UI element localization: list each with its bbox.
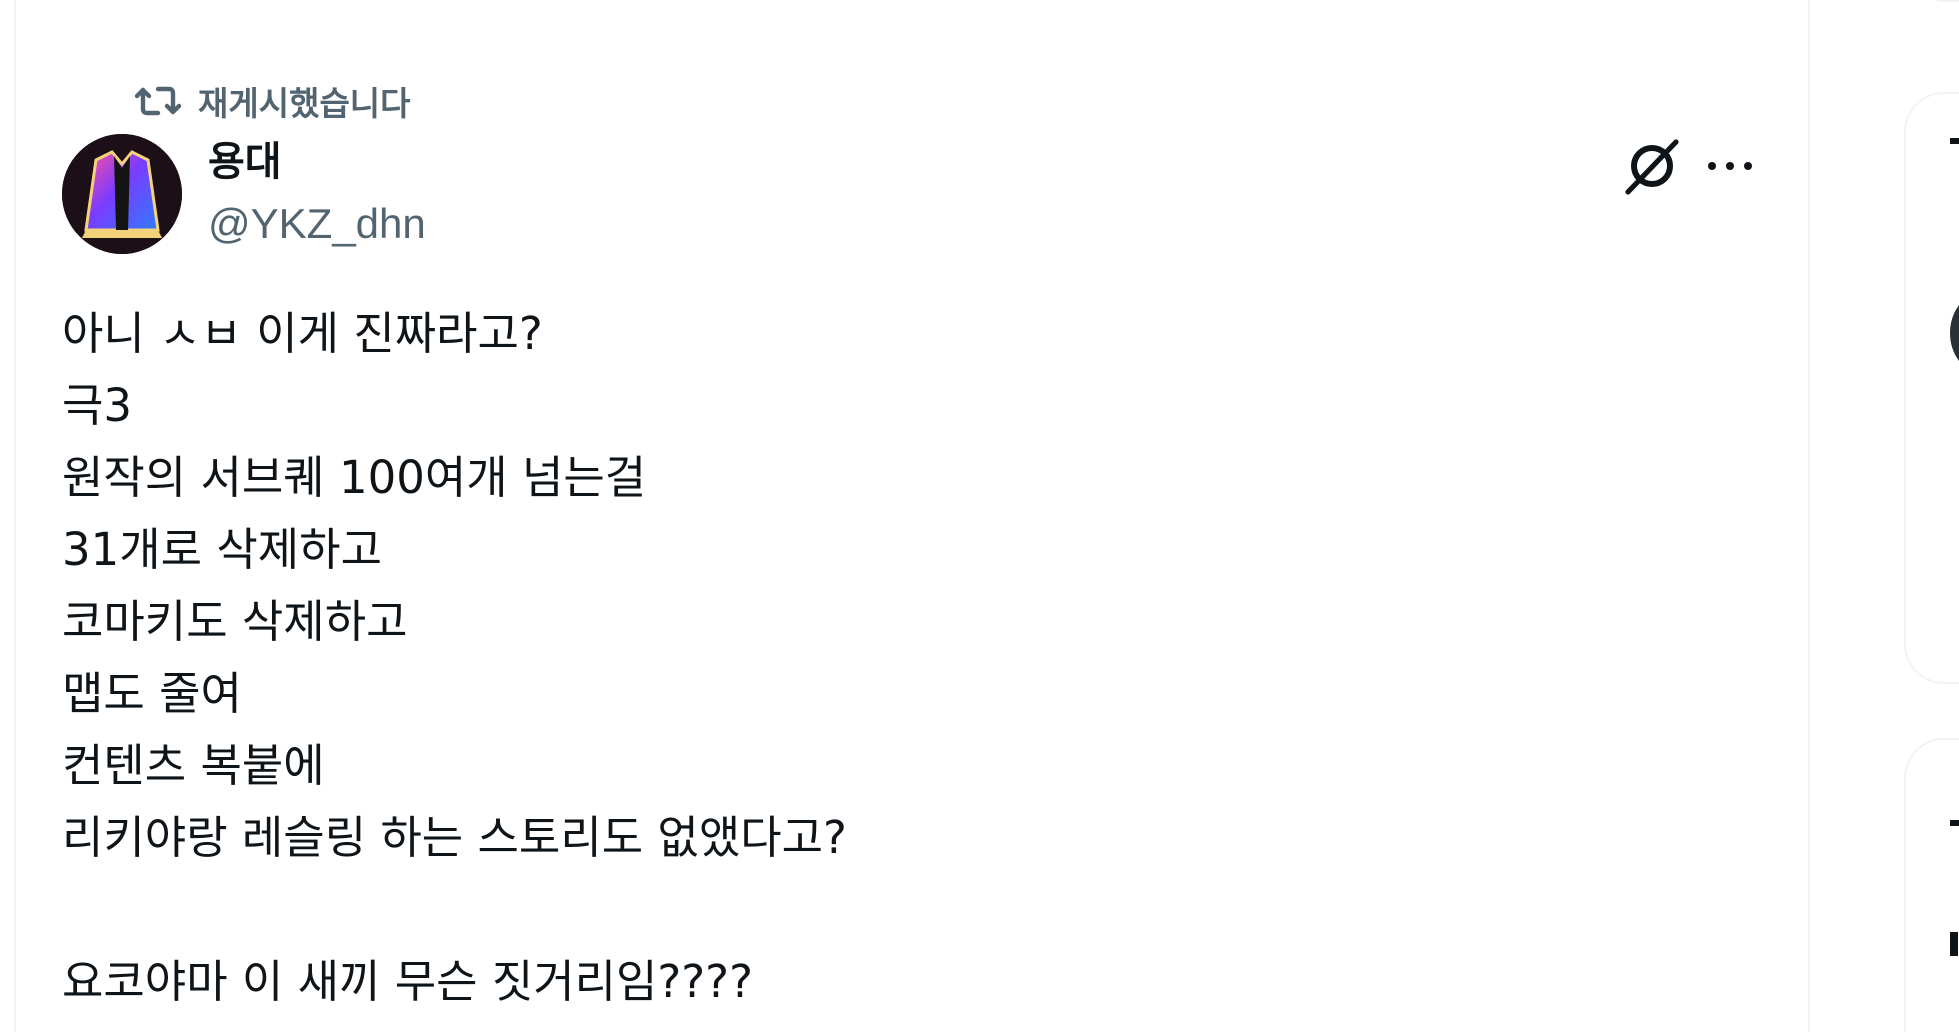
page: 재게시했습니다 용대 @YKZ_dhn 아니 ㅅㅂ 이게 진짜라고? 극3 원작… <box>0 0 1959 1032</box>
grok-icon[interactable] <box>1622 136 1682 196</box>
timeline-border-right <box>1808 0 1810 1032</box>
sidebar-card <box>1904 92 1959 684</box>
tweet-line: 31개로 삭제하고 <box>62 523 382 576</box>
sidebar-search-box[interactable] <box>1906 0 1959 2</box>
tweet-line: 코마키도 삭제하고 <box>62 595 408 648</box>
author-name[interactable]: 용대 <box>208 134 282 190</box>
avatar[interactable] <box>62 134 182 254</box>
tweet-line <box>62 874 1762 946</box>
author-handle[interactable]: @YKZ_dhn <box>208 196 426 252</box>
avatar-jacket-image <box>62 134 182 254</box>
sidebar-text-fragment <box>1950 932 1958 956</box>
timeline-border-left <box>14 0 16 1032</box>
more-options-icon[interactable] <box>1704 148 1756 184</box>
tweet-text: 아니 ㅅㅂ 이게 진짜라고? 극3 원작의 서브퀘 100여개 넘는걸 31개로… <box>62 298 1762 1018</box>
tweet-line: 원작의 서브퀘 100여개 넘는걸 <box>62 451 647 504</box>
sidebar-text-fragment <box>1950 138 1959 144</box>
tweet-line: 극3 <box>62 379 133 432</box>
retweet-icon <box>134 86 182 116</box>
retweet-indicator[interactable]: 재게시했습니다 <box>134 76 411 126</box>
tweet-line: 요코야마 이 새끼 무슨 짓거리임???? <box>62 955 753 1008</box>
tweet-line: 리키야랑 레슬링 하는 스토리도 없앴다고? <box>62 811 847 864</box>
tweet-line: 맵도 줄여 <box>62 667 242 720</box>
tweet-line: 아니 ㅅㅂ 이게 진짜라고? <box>62 307 543 360</box>
sidebar-text-fragment <box>1950 820 1959 826</box>
retweet-label: 재게시했습니다 <box>198 84 411 123</box>
tweet-line: 컨텐츠 복붙에 <box>62 739 325 792</box>
sidebar-card-bottom <box>1904 738 1959 1032</box>
